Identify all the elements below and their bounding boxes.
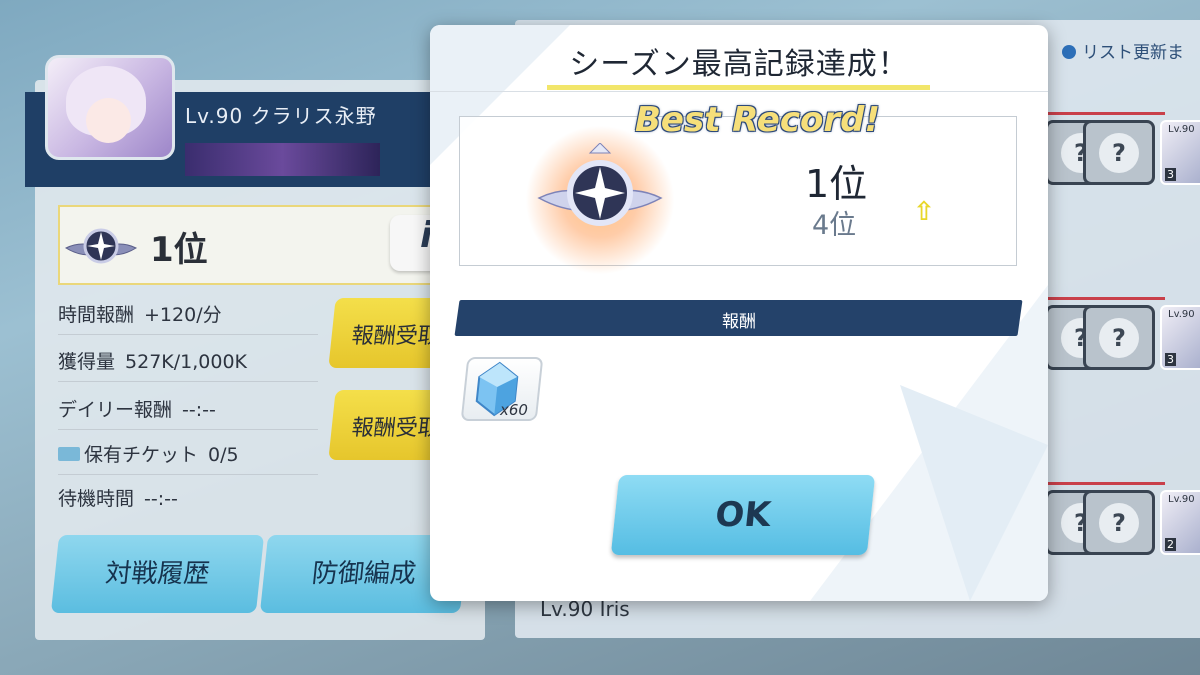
row-accent-line [1045, 297, 1165, 300]
divider [58, 381, 318, 382]
opponent-portrait: Lv.90 3 [1160, 120, 1200, 185]
clock-icon [1062, 45, 1076, 59]
stat-tickets: 保有チケット 0/5 [58, 440, 239, 467]
portrait-number: 3 [1165, 168, 1176, 181]
player-avatar[interactable] [45, 55, 175, 160]
question-icon: ? [1099, 132, 1139, 173]
stat-value: 0/5 [208, 444, 239, 466]
stat-acquired: 獲得量 527K/1,000K [58, 347, 247, 374]
portrait-level: Lv.90 [1168, 124, 1195, 135]
opponent-card-row[interactable]: ? ? Lv.90 3 [1045, 112, 1200, 202]
dialog-title: シーズン最高記録達成！ [569, 47, 909, 82]
player-level-name: Lv.90 クラリス永野 [185, 104, 377, 128]
stat-label: 時間報酬 [58, 304, 135, 326]
stat-label: デイリー報酬 [58, 399, 173, 421]
portrait-level: Lv.90 [1168, 494, 1195, 505]
stat-value: --:-- [144, 488, 178, 510]
ok-button[interactable]: OK [610, 475, 876, 555]
season-best-record-dialog: シーズン最高記録達成！ Best Record! 1位 4位 ⇧ 報酬 x60 … [430, 25, 1048, 601]
opponent-portrait: Lv.90 2 [1160, 490, 1200, 555]
stat-value: 527K/1,000K [125, 351, 247, 373]
rank-up-arrow-icon: ⇧ [913, 197, 935, 227]
new-rank: 1位 [805, 162, 868, 206]
ticket-icon [58, 447, 80, 461]
hidden-unit-slot: ? [1083, 305, 1155, 370]
stat-wait-time: 待機時間 --:-- [58, 484, 178, 511]
rank-emblem-icon [64, 228, 138, 264]
stat-daily-reward: デイリー報酬 --:-- [58, 395, 216, 422]
list-update-label: リスト更新ま [1082, 43, 1184, 63]
row-accent-line [1045, 482, 1165, 485]
opponent-portrait: Lv.90 3 [1160, 305, 1200, 370]
reward-header: 報酬 [722, 312, 756, 332]
best-record-label: Best Record! [635, 100, 880, 140]
battle-history-button[interactable]: 対戦履歴 [50, 535, 265, 613]
list-update-timer: リスト更新ま [1062, 38, 1184, 63]
divider [58, 334, 318, 335]
question-icon: ? [1099, 502, 1139, 543]
stat-time-reward: 時間報酬 +120/分 [58, 300, 222, 327]
stat-label: 待機時間 [58, 488, 135, 510]
divider [58, 474, 318, 475]
stat-label: 保有チケット [84, 444, 199, 466]
reward-quantity: x60 [500, 401, 528, 419]
question-icon: ? [1099, 317, 1139, 358]
opponent-card-row[interactable]: ? ? Lv.90 3 [1045, 297, 1200, 387]
portrait-number: 3 [1165, 353, 1176, 366]
stat-label: 獲得量 [58, 351, 116, 373]
portrait-level: Lv.90 [1168, 309, 1195, 320]
portrait-number: 2 [1165, 538, 1176, 551]
opponent-card-row[interactable]: ? ? Lv.90 2 [1045, 482, 1200, 572]
hidden-unit-slot: ? [1083, 490, 1155, 555]
current-rank: 1位 [150, 230, 208, 270]
rank-emblem-icon [537, 143, 663, 226]
title-underline [547, 85, 930, 90]
stat-value: --:-- [182, 399, 216, 421]
title-separator [430, 91, 1048, 92]
previous-rank: 4位 [812, 210, 857, 241]
avatar-face [86, 98, 131, 143]
row-accent-line [1045, 112, 1165, 115]
hidden-unit-slot: ? [1083, 120, 1155, 185]
divider [58, 429, 318, 430]
player-title-banner [185, 143, 380, 176]
stat-value: +120/分 [144, 304, 222, 326]
